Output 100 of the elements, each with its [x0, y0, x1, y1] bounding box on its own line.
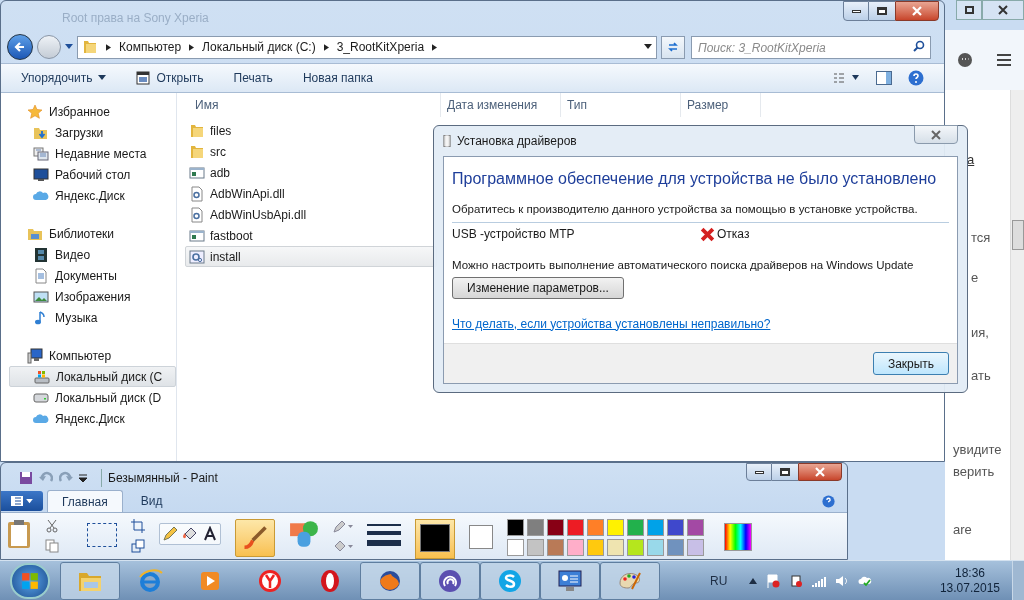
help-icon[interactable] [822, 495, 835, 508]
save-icon[interactable] [19, 471, 33, 485]
pencil-icon[interactable] [160, 524, 180, 544]
palette-swatch[interactable] [647, 519, 664, 536]
column-header[interactable]: Имя [177, 93, 441, 117]
nav-item[interactable]: Видео [1, 244, 176, 265]
view-options-icon[interactable] [834, 72, 860, 84]
taskbar-button[interactable] [480, 561, 540, 600]
taskbar-button[interactable] [600, 561, 660, 600]
start-button[interactable] [10, 562, 50, 599]
file-row[interactable]: AdbWinApi.dll [185, 183, 437, 204]
speaker-icon[interactable] [835, 573, 850, 588]
dropdown-icon[interactable] [79, 474, 87, 482]
color-swatch[interactable] [469, 525, 493, 549]
chevron-icon[interactable] [323, 43, 329, 51]
file-row[interactable]: files [185, 120, 437, 141]
toolbar-button[interactable]: Открыть [136, 69, 204, 87]
help-icon[interactable] [908, 70, 924, 86]
minimize-button[interactable] [843, 1, 869, 21]
breadcrumb-item[interactable]: 3_RootKitXperia [336, 38, 425, 56]
resize-icon[interactable] [131, 539, 145, 553]
help-link[interactable]: Что делать, если устройства установлены неправильно? [452, 316, 771, 331]
clock-date[interactable]: 13.07.2015 [939, 580, 1000, 596]
palette-swatch[interactable] [527, 539, 544, 556]
page-link[interactable]: а [967, 150, 975, 170]
palette-swatch[interactable] [507, 539, 524, 556]
breadcrumb-item[interactable]: Компьютер [119, 38, 182, 56]
nav-group-header[interactable]: Избранное [1, 101, 176, 122]
close-button[interactable] [982, 0, 1024, 20]
breadcrumb-item[interactable]: Локальный диск (C:) [202, 38, 316, 56]
taskbar-button[interactable] [420, 561, 480, 600]
flag-icon[interactable] [766, 573, 781, 588]
nav-item[interactable]: Яндекс.Диск [1, 408, 176, 429]
column-header[interactable]: Тип [561, 93, 681, 117]
color-1-button[interactable] [415, 519, 455, 559]
toolbar-button[interactable]: Упорядочить [21, 69, 107, 87]
close-dialog-button[interactable]: Закрыть [873, 352, 949, 375]
chevron-icon[interactable] [189, 43, 195, 51]
refresh-button[interactable] [661, 35, 685, 59]
palette-swatch[interactable] [547, 539, 564, 556]
search-field[interactable]: Поиск: 3_RootKitXperia [691, 36, 931, 60]
nav-item[interactable]: Недавние места [1, 143, 176, 164]
outline-pencil-icon[interactable] [333, 519, 353, 533]
copy-icon[interactable] [45, 539, 59, 553]
palette-swatch[interactable] [607, 539, 624, 556]
preview-pane-icon[interactable] [876, 71, 892, 85]
nav-group-header[interactable]: Библиотеки [1, 223, 176, 244]
chat-icon[interactable] [956, 52, 973, 68]
brushes-button[interactable] [235, 519, 275, 557]
dropdown-icon[interactable] [644, 44, 652, 50]
palette-swatch[interactable] [627, 539, 644, 556]
palette-swatch[interactable] [507, 519, 524, 536]
taskbar-button[interactable] [60, 561, 120, 600]
column-header[interactable]: Дата изменения [441, 93, 561, 117]
menu-icon[interactable] [996, 52, 1013, 68]
file-row[interactable]: src [185, 141, 437, 162]
chevron-icon[interactable] [432, 43, 438, 51]
maximize-button[interactable] [869, 1, 895, 21]
taskbar-button[interactable] [540, 561, 600, 600]
fill-bucket-icon[interactable] [333, 539, 353, 553]
palette-swatch[interactable] [587, 539, 604, 556]
language-indicator[interactable]: RU [710, 571, 728, 590]
file-row[interactable]: AdbWinUsbApi.dll [185, 204, 437, 225]
palette-swatch[interactable] [687, 519, 704, 536]
change-settings-button[interactable]: Изменение параметров... [452, 276, 624, 299]
taskbar-button[interactable] [360, 561, 420, 600]
palette-swatch[interactable] [667, 519, 684, 536]
ribbon-tab[interactable]: Главная [47, 490, 123, 512]
nav-item[interactable]: Локальный диск (D [1, 387, 176, 408]
scissors-icon[interactable] [45, 519, 59, 533]
toolbar-button[interactable]: Новая папка [302, 69, 373, 87]
nav-item[interactable]: Загрузки [1, 122, 176, 143]
nav-item[interactable]: Изображения [1, 286, 176, 307]
close-button[interactable] [914, 125, 958, 144]
minimize-button[interactable] [746, 463, 772, 481]
line-size-icon[interactable] [367, 523, 401, 547]
caret-up-icon[interactable] [749, 577, 758, 584]
palette-swatch[interactable] [627, 519, 644, 536]
file-row[interactable]: adb [185, 162, 437, 183]
nav-item[interactable]: Рабочий стол [1, 164, 176, 185]
scrollbar[interactable] [1010, 90, 1024, 560]
palette-swatch[interactable] [567, 519, 584, 536]
edit-colors-button[interactable] [724, 523, 752, 551]
palette-swatch[interactable] [607, 519, 624, 536]
column-header[interactable]: Размер [681, 93, 761, 117]
crop-icon[interactable] [131, 519, 145, 533]
nav-item[interactable]: Локальный диск (C [9, 366, 176, 387]
toolbar-button[interactable]: Печать [233, 69, 273, 87]
dropdown-icon[interactable] [65, 44, 73, 50]
palette-swatch[interactable] [667, 539, 684, 556]
maximize-button[interactable] [772, 463, 798, 481]
close-button[interactable] [798, 463, 842, 481]
palette-swatch[interactable] [687, 539, 704, 556]
restore-button[interactable] [956, 0, 982, 20]
clock-time[interactable]: 18:36 [954, 565, 985, 581]
palette-swatch[interactable] [647, 539, 664, 556]
back-button[interactable] [7, 34, 33, 60]
nav-item[interactable]: Яндекс.Диск [1, 185, 176, 206]
close-button[interactable] [895, 1, 939, 21]
palette-swatch[interactable] [567, 539, 584, 556]
